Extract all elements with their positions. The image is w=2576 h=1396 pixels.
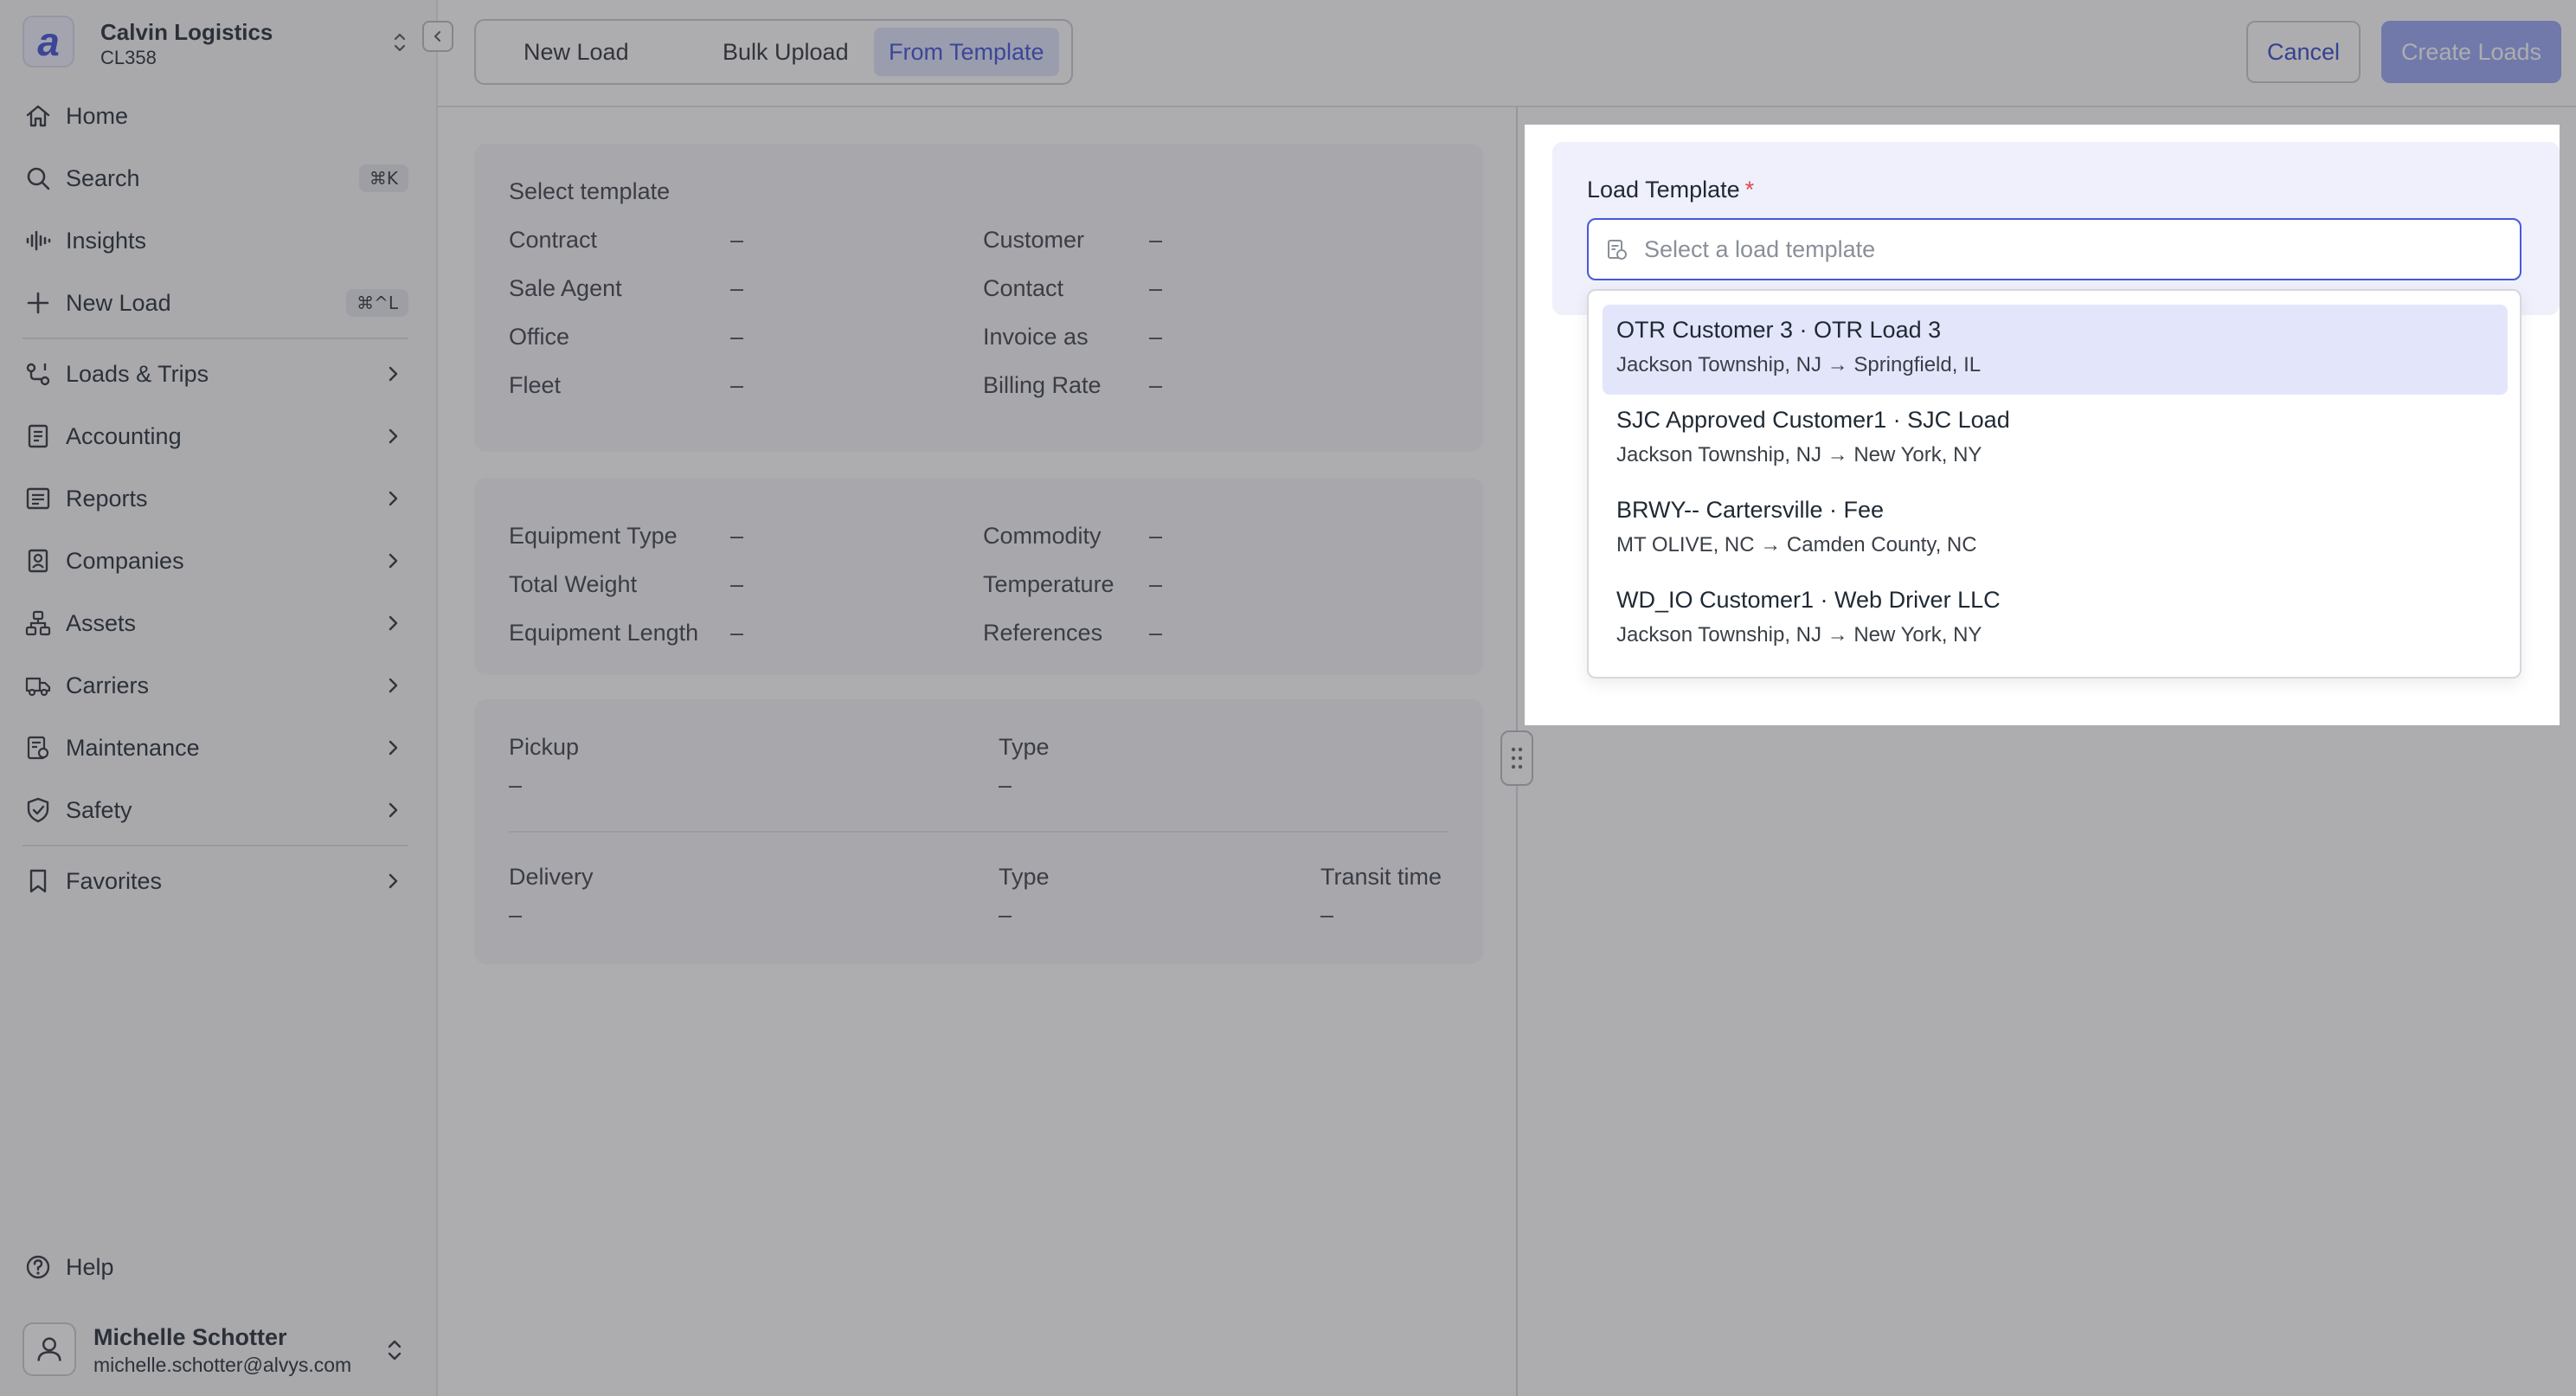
template-option[interactable]: OTR Customer 3 · OTR Load 3 Jackson Town… xyxy=(1603,305,2508,395)
template-option[interactable]: BRWY-- Cartersville · Fee MT OLIVE, NC →… xyxy=(1603,485,2508,575)
option-route: MT OLIVE, NC → Camden County, NC xyxy=(1616,533,1977,556)
template-options-list: OTR Customer 3 · OTR Load 3 Jackson Town… xyxy=(1587,289,2521,679)
required-marker: * xyxy=(1744,177,1755,203)
option-title: SJC Approved Customer1 · SJC Load xyxy=(1616,407,2010,433)
option-route: Jackson Township, NJ → Springfield, IL xyxy=(1616,353,1982,376)
option-route: Jackson Township, NJ → New York, NY xyxy=(1616,443,1982,466)
template-picker-panel: Load Template * Select a load template OT… xyxy=(1525,125,2560,725)
option-title: BRWY-- Cartersville · Fee xyxy=(1616,497,1885,523)
select-placeholder: Select a load template xyxy=(1644,236,1876,262)
field-label-text: Load Template xyxy=(1587,177,1740,203)
template-option[interactable]: SJC Approved Customer1 · SJC Load Jackso… xyxy=(1603,395,2508,485)
load-template-label: Load Template * xyxy=(1587,177,1754,203)
option-route: Jackson Township, NJ → New York, NY xyxy=(1616,623,1982,647)
template-option[interactable]: WD_IO Customer1 · Web Driver LLC Jackson… xyxy=(1603,575,2508,665)
load-template-select[interactable]: Select a load template xyxy=(1587,218,2521,280)
option-title: WD_IO Customer1 · Web Driver LLC xyxy=(1616,587,2001,613)
option-title: OTR Customer 3 · OTR Load 3 xyxy=(1616,317,1942,343)
template-icon xyxy=(1608,240,1627,260)
